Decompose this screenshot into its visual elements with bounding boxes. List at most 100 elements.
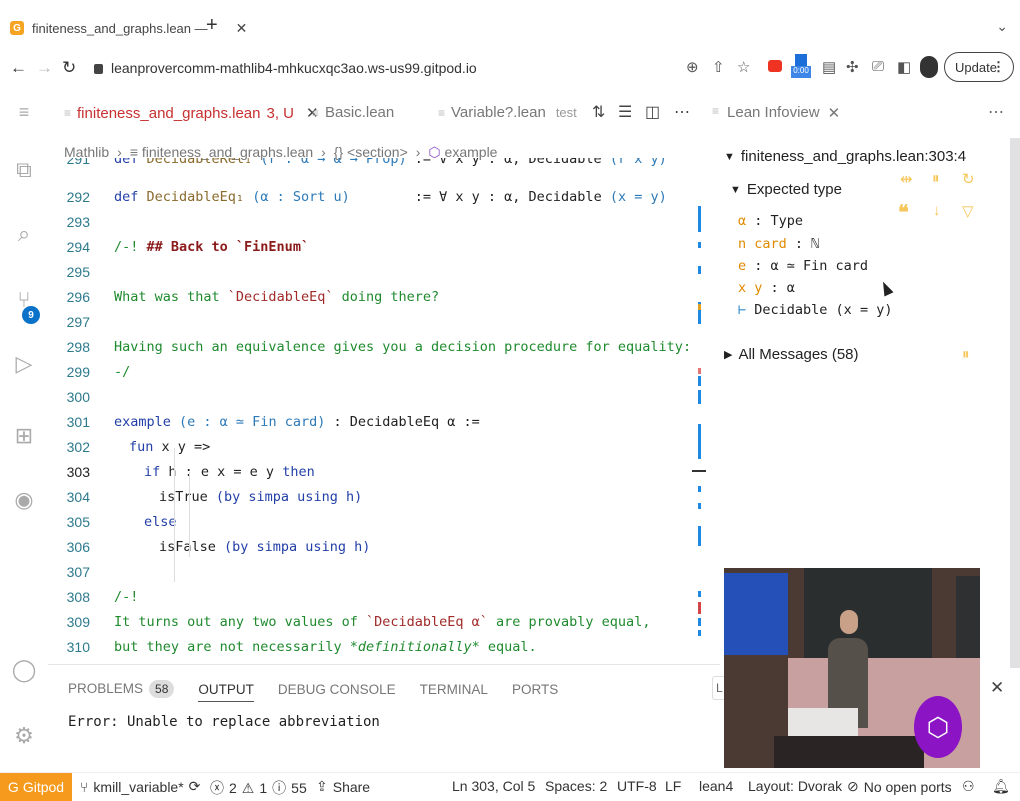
code-line: 308/-! [66, 588, 139, 605]
end-of-line[interactable]: LF [665, 778, 681, 794]
tab-finiteness-and-graphs[interactable]: ≡ finiteness_and_graphs.lean 3, U ✕ [64, 104, 319, 123]
sync-icon[interactable]: ⟳ [189, 778, 201, 795]
encoding[interactable]: UTF-8 [617, 778, 657, 794]
panel-tabs: PROBLEMS 58 OUTPUT DEBUG CONSOLE TERMINAL… [68, 680, 558, 702]
refresh-icon[interactable]: ↻ [962, 170, 975, 188]
gitpod-logo-icon: G [7, 779, 19, 795]
extensions-icon[interactable]: ⊞ [10, 422, 38, 450]
info-icon: ⓘ [272, 780, 287, 796]
infoview-location[interactable]: ▼ finiteness_and_graphs.lean:303:4 [724, 148, 966, 165]
pin-icon[interactable]: ⇹ [900, 170, 913, 188]
filter-icon[interactable]: ▽ [962, 202, 974, 220]
video-speed-extension-icon[interactable] [768, 60, 782, 72]
share-button[interactable]: ⇪ Share [316, 778, 370, 795]
warning-icon: ⚠ [241, 779, 255, 796]
code-line: 306 isFalse (by simpa using h) [66, 538, 371, 555]
extensions-puzzle-icon[interactable]: ✣ [846, 58, 859, 76]
mouse-cursor [878, 279, 894, 297]
browser-menu-icon[interactable]: ⋮ [992, 59, 1005, 75]
settings-gear-icon[interactable]: ⚙ [10, 722, 38, 750]
audience [774, 736, 924, 768]
hypothesis: e : α ≃ Fin card [738, 258, 869, 274]
reader-extension-icon[interactable]: ▤ [822, 58, 836, 76]
file-icon: ≡ [312, 105, 320, 120]
tab-label: Lean Infoview [727, 104, 820, 121]
all-messages-header[interactable]: ▶ All Messages (58) [724, 346, 859, 363]
tab-output[interactable]: OUTPUT [198, 682, 254, 702]
side-panel-icon[interactable]: ◧ [897, 58, 911, 76]
tab-status: 3, U [266, 104, 295, 122]
code-editor[interactable]: 291 def DecidableRel₁ (r : α → α → Prop) … [60, 158, 692, 663]
projector-screen [724, 573, 788, 655]
pause-messages-icon[interactable]: ⏸ [962, 346, 970, 363]
browser-tab-strip: G finiteness_and_graphs.lean — ✕ + ⌄ [0, 0, 1020, 50]
tab-debug-console[interactable]: DEBUG CONSOLE [278, 682, 396, 697]
expected-type-header[interactable]: ▼ Expected type [730, 181, 842, 198]
code-line: 298 Having such an equivalence gives you … [66, 338, 692, 355]
code-line: 292 def DecidableEq₁ (α : Sort u) := ∀ x … [66, 188, 667, 205]
gitpod-logo-icon: G [10, 21, 24, 35]
tab-search-chevron-icon[interactable]: ⌄ [996, 18, 1008, 35]
ports-indicator[interactable]: ⊘ No open ports [847, 778, 952, 795]
cast-icon[interactable]: ⎚ [872, 58, 884, 75]
split-editor-icon[interactable]: ◫ [645, 102, 660, 122]
zoom-icon[interactable]: ⊕ [686, 58, 699, 76]
output-text: Error: Unable to replace abbreviation [68, 714, 380, 730]
branch-indicator[interactable]: ⑂ kmill_variable* ⟳ [80, 778, 200, 795]
tab-terminal[interactable]: TERMINAL [420, 682, 488, 697]
update-button[interactable]: Update ⋮ [944, 52, 1014, 82]
indent-guide [174, 448, 175, 582]
cursor-position[interactable]: Ln 303, Col 5 [452, 778, 535, 794]
infoview-scrollbar[interactable] [1010, 138, 1020, 668]
tab-problems[interactable]: PROBLEMS 58 [68, 680, 175, 698]
menu-hamburger-icon[interactable]: ≡ [10, 98, 38, 126]
more-actions-icon[interactable]: ⋯ [988, 102, 1004, 122]
timer-extension-icon[interactable]: 0:00 [791, 54, 811, 80]
tab-lean-infoview[interactable]: ≡ Lean Infoview ✕ [712, 104, 840, 122]
run-debug-icon[interactable]: ▷ [10, 350, 38, 378]
pause-icon[interactable]: ⏸ [932, 170, 940, 187]
copy-to-comment-icon[interactable]: ❝ [898, 200, 909, 225]
code-line: 309 It turns out any two values of `Decid… [66, 613, 651, 630]
code-line: 296 What was that `DecidableEq` doing the… [66, 288, 440, 305]
indentation[interactable]: Spaces: 2 [545, 778, 607, 794]
activity-bar: ≡ ⧉ ⌕ ⑂ ▷ ⊞ ◉ ◯ ⚙ [0, 88, 48, 768]
language-mode[interactable]: lean4 [699, 778, 733, 794]
more-actions-icon[interactable]: ⋯ [674, 102, 690, 122]
code-line: 305 else [66, 513, 177, 530]
close-panel-icon[interactable]: ✕ [990, 678, 1004, 698]
keyboard-layout[interactable]: Layout: Dvorak [748, 778, 842, 794]
address-bar-row: ← → ↻ leanprovercomm-mathlib4-mhkucxqc3a… [0, 50, 1020, 88]
goto-icon[interactable]: ↓ [933, 202, 941, 219]
close-tab-icon[interactable]: ✕ [236, 20, 248, 37]
back-icon[interactable]: ← [10, 58, 27, 78]
overview-ruler[interactable] [692, 158, 706, 663]
notifications-bell-icon[interactable]: 🔔︎ [992, 778, 1010, 795]
gitpod-button[interactable]: G Gitpod [0, 773, 72, 801]
goal: ⊢ Decidable (x = y) [738, 302, 893, 318]
lock-icon [94, 64, 103, 74]
github-icon[interactable]: ◉ [10, 486, 38, 514]
account-icon[interactable]: ◯ [10, 656, 38, 684]
compare-changes-icon[interactable]: ⇅ [592, 102, 605, 122]
bookmark-star-icon[interactable]: ☆ [737, 58, 750, 76]
close-tab-icon[interactable]: ✕ [828, 104, 841, 122]
reload-icon[interactable]: ↻ [62, 58, 76, 78]
tab-description: test [555, 105, 577, 120]
tab-basic-lean[interactable]: ≡ Basic.lean [312, 104, 394, 121]
infoview-toggle-icon[interactable]: ☰ [618, 102, 632, 122]
new-tab-button[interactable]: + [206, 14, 218, 37]
tab-label: Basic.lean [325, 104, 395, 121]
search-icon[interactable]: ⌕ [10, 220, 38, 248]
tab-ports[interactable]: PORTS [512, 682, 558, 697]
tab-variable-lean[interactable]: ≡ Variable?.lean test [438, 104, 577, 121]
share-icon[interactable]: ⇧ [712, 58, 725, 76]
forward-icon[interactable]: → [36, 58, 53, 78]
live-share-icon[interactable]: ⚇ [962, 778, 975, 795]
git-branch-icon: ⑂ [80, 778, 89, 795]
profile-avatar[interactable] [920, 56, 938, 78]
url-field[interactable]: leanprovercomm-mathlib4-mhkucxqc3ao.ws-u… [94, 60, 477, 76]
problems-indicator[interactable]: ⓧ 2 ⚠ 1 ⓘ 55 [210, 778, 307, 798]
explorer-files-icon[interactable]: ⧉ [10, 156, 38, 184]
output-channel-select[interactable]: L [712, 676, 724, 700]
